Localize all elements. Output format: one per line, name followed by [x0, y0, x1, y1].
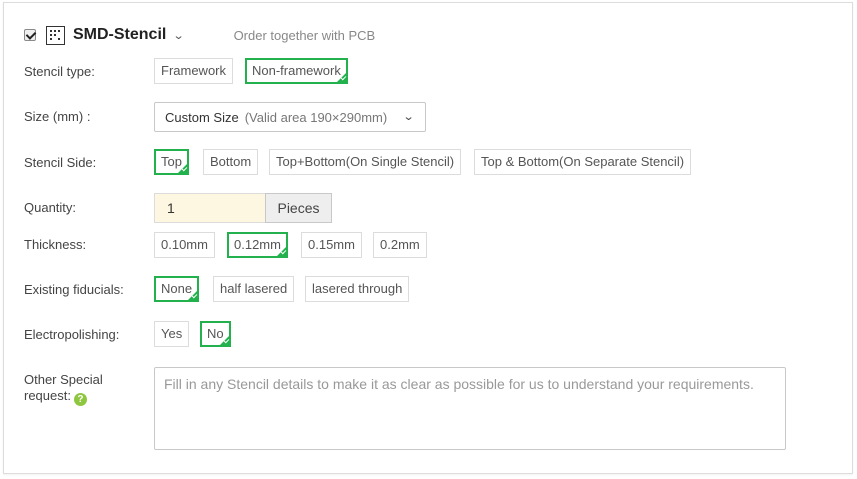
special-request-label-line2: request:?	[24, 388, 103, 406]
stencil-icon	[46, 25, 65, 45]
fiducials-label: Existing fiducials:	[24, 282, 124, 297]
stencil-panel: SMD-Stencil ⌄ Order together with PCB St…	[3, 2, 853, 474]
stencil-title[interactable]: SMD-Stencil	[73, 26, 166, 44]
option-label: None	[161, 281, 193, 296]
special-request-label-line1: Other Special	[24, 372, 103, 387]
stencil-side-option-bottom[interactable]: Bottom	[203, 149, 259, 175]
size-select-note: (Valid area 190×290mm)	[244, 109, 388, 125]
stencil-type-label: Stencil type:	[24, 64, 95, 79]
chevron-down-icon: ⌄	[402, 111, 415, 123]
fiducials-option-half-lasered[interactable]: half lasered	[213, 276, 295, 302]
size-select-value: Custom Size	[165, 109, 239, 125]
electropolishing-option-no[interactable]: No	[200, 321, 231, 347]
thickness-option-0-15[interactable]: 0.15mm	[301, 232, 362, 258]
thickness-option-0-2[interactable]: 0.2mm	[373, 232, 427, 258]
quantity-unit: Pieces	[265, 193, 332, 223]
fiducials-option-none[interactable]: None	[154, 276, 200, 302]
stencil-checkbox[interactable]	[24, 29, 36, 41]
thickness-option-0-12[interactable]: 0.12mm	[227, 232, 288, 258]
quantity-input[interactable]: 1	[154, 193, 266, 223]
check-icon	[340, 74, 347, 81]
stencil-side-option-top-bottom-separate[interactable]: Top & Bottom(On Separate Stencil)	[474, 149, 692, 175]
electropolishing-option-yes[interactable]: Yes	[154, 321, 190, 347]
stencil-type-option-non-framework[interactable]: Non-framework	[245, 58, 348, 84]
size-label: Size (mm) :	[24, 109, 91, 124]
stencil-type-option-framework[interactable]: Framework	[154, 58, 234, 84]
option-label: 0.12mm	[234, 237, 281, 252]
stencil-side-option-top[interactable]: Top	[154, 149, 189, 175]
stencil-subtitle: Order together with PCB	[233, 27, 376, 43]
fiducials-option-lasered-through[interactable]: lasered through	[305, 276, 410, 302]
check-icon	[280, 248, 287, 255]
special-request-label-text: request:	[24, 388, 71, 403]
thickness-label: Thickness:	[24, 237, 87, 252]
stencil-side-option-top-bottom-single[interactable]: Top+Bottom(On Single Stencil)	[269, 149, 462, 175]
electropolishing-label: Electropolishing:	[24, 327, 120, 342]
special-request-textarea[interactable]: Fill in any Stencil details to make it a…	[154, 367, 786, 450]
thickness-option-0-10[interactable]: 0.10mm	[154, 232, 215, 258]
chevron-down-icon[interactable]: ⌄	[173, 29, 185, 42]
check-icon	[223, 337, 229, 344]
size-select[interactable]: Custom Size (Valid area 190×290mm) ⌄	[154, 102, 426, 132]
check-icon	[191, 292, 198, 299]
check-icon	[181, 165, 188, 172]
option-label: Top	[161, 154, 182, 169]
option-label: Non-framework	[252, 63, 341, 78]
special-request-label: Other Special request:?	[24, 372, 103, 406]
stencil-side-label: Stencil Side:	[24, 155, 97, 170]
stencil-header: SMD-Stencil ⌄ Order together with PCB	[24, 23, 375, 47]
option-label: No	[207, 326, 224, 341]
question-circle-icon[interactable]: ?	[73, 393, 87, 406]
quantity-label: Quantity:	[24, 200, 77, 215]
